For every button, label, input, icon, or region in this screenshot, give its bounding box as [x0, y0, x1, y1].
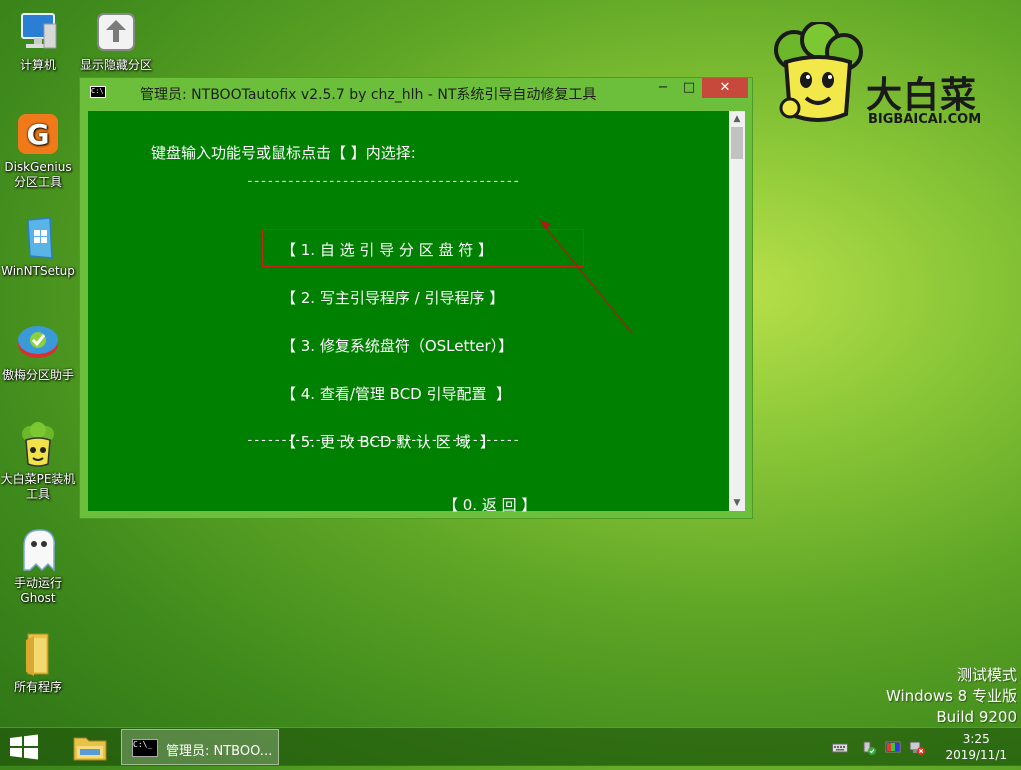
maximize-button[interactable]: □ [676, 78, 702, 98]
window-titlebar[interactable]: C:\ 管理员: NTBOOTautofix v2.5.7 by chz_hlh… [80, 78, 752, 106]
aomei-partition-icon [14, 318, 62, 366]
windows-logo-icon [10, 734, 38, 760]
console-prompt: 键盘输入功能号或鼠标点击【 】内选择: [151, 144, 416, 162]
scroll-down-icon[interactable]: ▼ [729, 495, 745, 511]
logo-url-text: BIGBAICAI.COM [868, 112, 982, 127]
svg-text:G: G [27, 118, 50, 151]
scrollbar-thumb[interactable] [731, 127, 743, 159]
dabaicai-logo: 大白菜 BIGBAICAI.COM [768, 22, 1008, 132]
logo-brand-text: 大白菜 [866, 75, 978, 116]
desktop-icon-aomei[interactable]: 傲梅分区助手 [0, 318, 76, 383]
console-icon: C:\ [90, 86, 106, 98]
desktop-icon-all-programs[interactable]: 所有程序 [0, 630, 76, 695]
desktop-icon-winntsetup[interactable]: WinNTSetup [0, 214, 76, 279]
desktop-icon-dabaicai-installer[interactable]: 大白菜PE装机 工具 [0, 422, 76, 502]
ntbootautofix-window[interactable]: C:\ 管理员: NTBOOTautofix v2.5.7 by chz_hlh… [79, 77, 753, 519]
clock-time: 3:25 [962, 732, 990, 746]
console-separator-bottom: ---------------------------------------- [246, 433, 520, 448]
desktop-icon-computer[interactable]: 计算机 [0, 8, 76, 73]
desktop-icon-label: DiskGenius 分区工具 [4, 160, 72, 189]
console-icon: C:\_ [132, 739, 158, 757]
taskbar-task-console[interactable]: C:\_ 管理员: NTBOO... [121, 729, 279, 765]
desktop-icon-show-hidden-partition[interactable]: 显示隐藏分区 [78, 8, 154, 73]
menu-option-3[interactable]: 【 3. 修复系统盘符（OSLetter）】 [281, 335, 513, 356]
winntsetup-icon [14, 214, 62, 262]
watermark-line-3: Build 9200 [936, 708, 1017, 726]
menu-option-2[interactable]: 【 2. 写主引导程序 / 引导程序 】 [281, 287, 504, 308]
minimize-button[interactable]: − [650, 78, 676, 98]
menu-option-1[interactable]: 【 1. 自 选 引 导 分 区 盘 符 】 [281, 239, 493, 260]
scroll-up-icon[interactable]: ▲ [729, 111, 745, 127]
menu-option-4[interactable]: 【 4. 查看/管理 BCD 引导配置 】 [281, 383, 511, 404]
folder-icon [73, 737, 107, 761]
desktop-icon-label: 计算机 [19, 58, 56, 72]
ghost-icon [14, 526, 62, 574]
desktop-icon-label: 所有程序 [13, 680, 62, 694]
test-mode-watermark: 测试模式 Windows 8 专业版 Build 9200 [886, 665, 1017, 728]
keyboard-icon[interactable] [832, 740, 848, 754]
start-button[interactable] [0, 728, 48, 766]
dabaicai-installer-icon [14, 422, 62, 470]
desktop-icon-label: 傲梅分区助手 [1, 368, 74, 382]
console-separator-top: ---------------------------------------- [246, 174, 520, 189]
safely-remove-hardware-icon[interactable] [861, 740, 877, 755]
desktop-icon-ghost[interactable]: 手动运行 Ghost [0, 526, 76, 606]
window-title: 管理员: NTBOOTautofix v2.5.7 by chz_hlh - N… [140, 87, 597, 103]
display-settings-icon[interactable] [885, 740, 901, 754]
taskbar-task-label: 管理员: NTBOO... [166, 744, 273, 759]
partition-toggle-icon [92, 8, 140, 56]
watermark-line-1: 测试模式 [956, 666, 1017, 684]
all-programs-folder-icon [14, 630, 62, 678]
computer-icon [14, 8, 62, 56]
close-button[interactable]: ✕ [702, 78, 748, 98]
console-area[interactable]: 键盘输入功能号或鼠标点击【 】内选择: --------------------… [88, 111, 729, 514]
watermark-line-2: Windows 8 专业版 [885, 687, 1017, 705]
system-clock[interactable]: 3:25 2019/11/1 [945, 731, 1007, 763]
diskgenius-icon: G [14, 110, 62, 158]
desktop-icon-diskgenius[interactable]: G DiskGenius 分区工具 [0, 110, 76, 190]
desktop-icon-label: 手动运行 Ghost [13, 576, 62, 605]
desktop-icon-label: WinNTSetup [1, 264, 75, 278]
file-explorer-button[interactable] [66, 728, 114, 766]
desktop-icon-label: 显示隐藏分区 [79, 58, 152, 72]
clock-date: 2019/11/1 [945, 748, 1007, 762]
taskbar: C:\_ 管理员: NTBOO... 3:25 2019/11/1 [0, 727, 1021, 766]
desktop-icon-label: 大白菜PE装机 工具 [0, 472, 76, 501]
vertical-scrollbar[interactable]: ▲ ▼ [729, 111, 745, 511]
menu-option-back[interactable]: 【 0. 返 回 】 [443, 494, 536, 515]
network-disconnected-icon[interactable] [909, 740, 925, 755]
